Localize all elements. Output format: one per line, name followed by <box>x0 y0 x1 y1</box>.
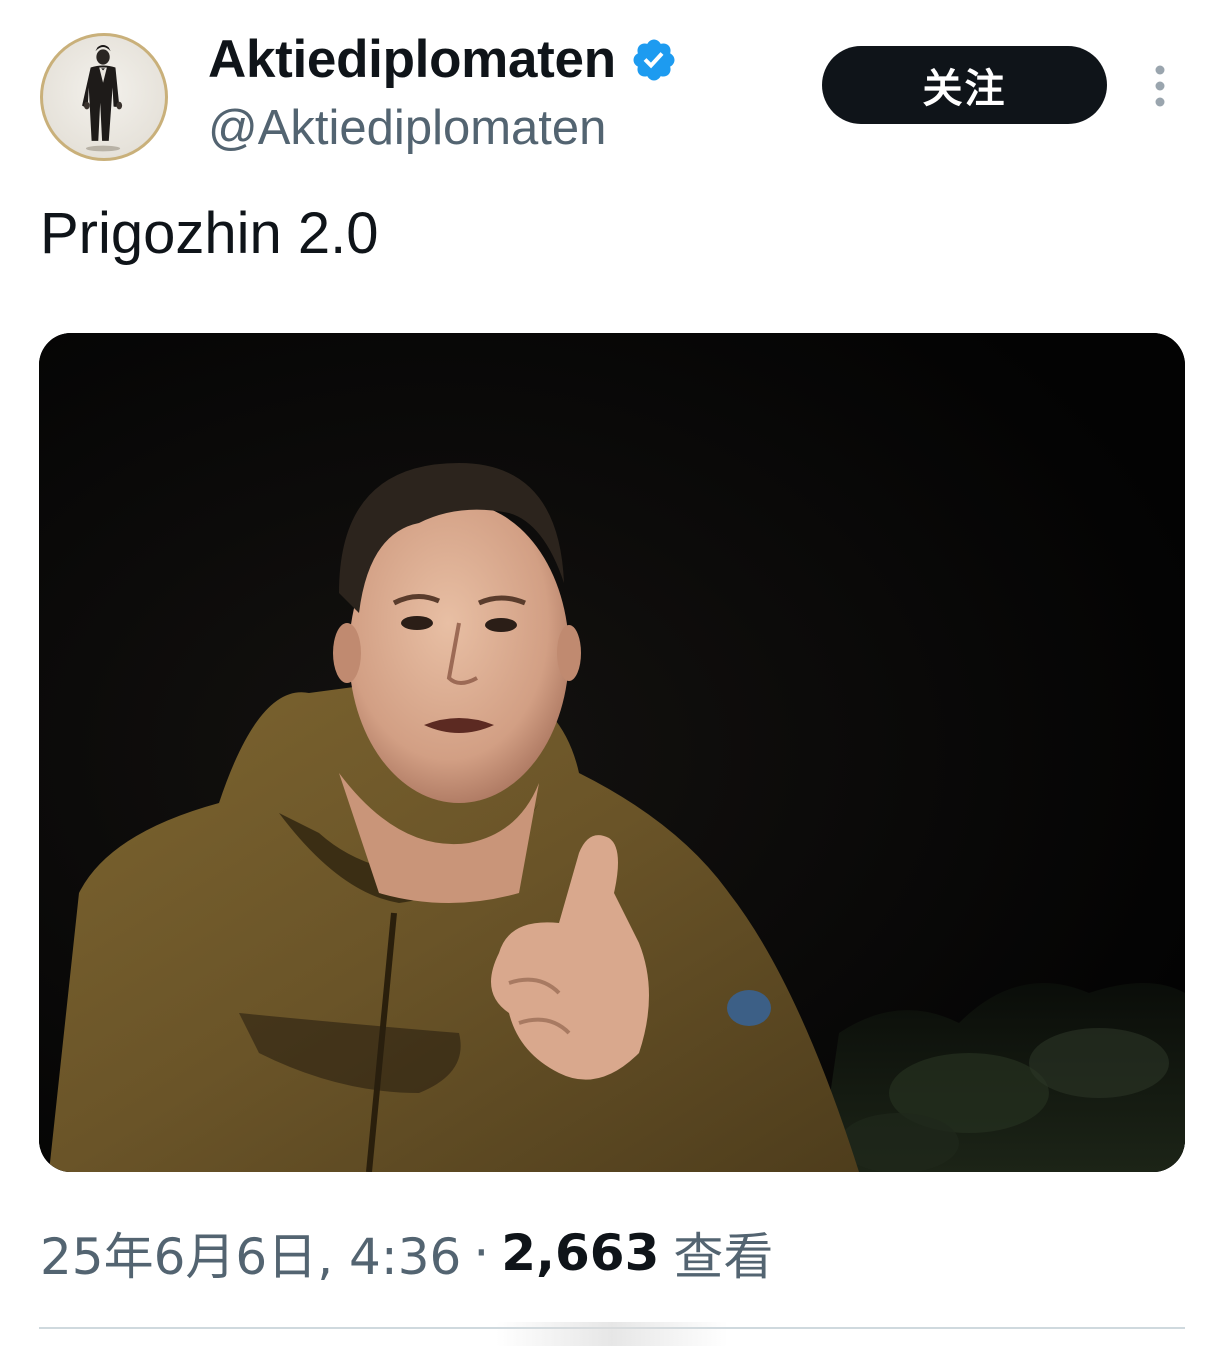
views-label: 查看 <box>673 1228 774 1286</box>
author-handle[interactable]: @Aktiediplomaten <box>208 98 606 158</box>
meta-separator: · <box>473 1224 490 1282</box>
more-vertical-icon <box>1155 65 1165 107</box>
author-name-row[interactable]: Aktiediplomaten <box>208 28 678 92</box>
verified-badge-icon <box>633 39 675 81</box>
author-display-name[interactable]: Aktiediplomaten <box>208 28 616 92</box>
tweet-timestamp[interactable]: 25年6月6日, 4:36 <box>40 1217 461 1289</box>
more-options-button[interactable] <box>1140 58 1180 114</box>
watermark-strip <box>496 1322 728 1346</box>
avatar[interactable] <box>40 33 168 161</box>
views-count: 2,663 <box>501 1224 660 1282</box>
photo-man-in-jacket-pointing <box>39 333 1185 1172</box>
tweet-text: Prigozhin 2.0 <box>40 201 379 266</box>
tweet-meta: 25年6月6日, 4:36 · 2,663 查看 <box>40 1220 773 1286</box>
follow-button[interactable]: 关注 <box>822 46 1107 124</box>
tweet-photo[interactable] <box>39 333 1185 1172</box>
avatar-man-in-tuxedo-icon <box>82 45 123 152</box>
